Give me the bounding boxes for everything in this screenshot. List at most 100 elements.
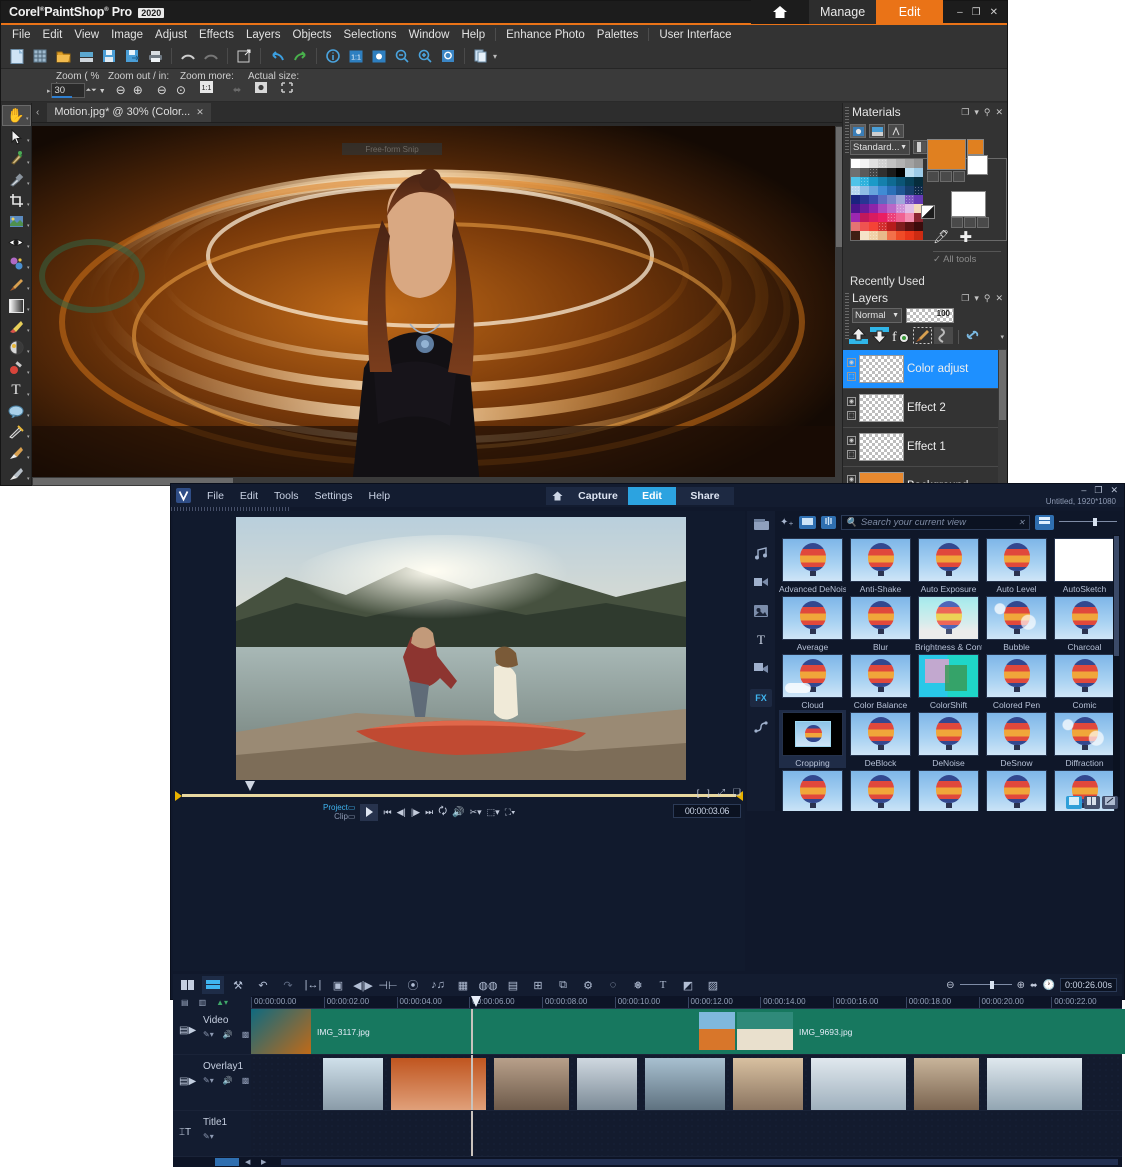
track-list-icon[interactable]: ▤: [181, 998, 189, 1007]
track-controls[interactable]: ✎▾🔊▩: [203, 1076, 251, 1085]
layer-row[interactable]: ◉⬚Effect 2: [843, 389, 1007, 428]
mark-in-button[interactable]: [: [697, 788, 700, 798]
color-swatch[interactable]: [860, 231, 869, 240]
thumbnail-size-slider[interactable]: [1059, 518, 1117, 526]
home-button[interactable]: ⏮: [383, 807, 391, 818]
color-swatch[interactable]: [905, 195, 914, 204]
browse-icon[interactable]: [75, 46, 97, 67]
paint-brush-flyout-icon[interactable]: ▾: [27, 286, 30, 292]
color-swatch[interactable]: [878, 177, 887, 186]
color-swatch[interactable]: [896, 168, 905, 177]
vs-tab-edit[interactable]: Edit: [628, 487, 676, 505]
layer-opacity-slider[interactable]: 100: [906, 308, 954, 323]
color-swatch[interactable]: [878, 213, 887, 222]
vs-menu-tools[interactable]: Tools: [266, 488, 307, 504]
crop-export-icon[interactable]: [233, 46, 255, 67]
menu-window[interactable]: Window: [403, 27, 456, 43]
color-swatch[interactable]: [878, 168, 887, 177]
color-swatch[interactable]: [905, 222, 914, 231]
layer-visibility-icon[interactable]: ◉: [847, 397, 856, 406]
color-swatch[interactable]: [914, 159, 923, 168]
audio-filter-icon[interactable]: [821, 516, 836, 529]
subtitle-editor-icon[interactable]: ▤: [502, 976, 524, 994]
pan-tool-flyout-icon[interactable]: ▾: [26, 116, 29, 122]
undo-arc-icon[interactable]: [177, 46, 199, 67]
fit-project-icon[interactable]: |↔|: [302, 976, 324, 994]
color-swatch[interactable]: [860, 213, 869, 222]
effect-item[interactable]: Charcoal: [1051, 594, 1118, 652]
swap-black-white-icon[interactable]: [921, 205, 935, 219]
color-swatch[interactable]: [860, 186, 869, 195]
frame-tab-icon[interactable]: [850, 124, 866, 138]
zoom-out-icon[interactable]: [391, 46, 413, 67]
layer-lock-icon[interactable]: ⬚: [847, 450, 856, 459]
play-button[interactable]: [360, 804, 378, 821]
makeover-tool[interactable]: ▾: [2, 253, 31, 274]
gradient-flyout-icon[interactable]: ▾: [27, 307, 30, 313]
path-icon[interactable]: [750, 718, 772, 736]
effect-item[interactable]: Colored Pen: [983, 652, 1050, 710]
color-swatch[interactable]: [869, 177, 878, 186]
color-swatch[interactable]: [860, 168, 869, 177]
redo-icon[interactable]: [289, 46, 311, 67]
picture-tube-flyout-icon[interactable]: ▾: [27, 413, 30, 419]
video-track-icon[interactable]: ▤▶: [179, 1025, 196, 1036]
vs-minimize-button[interactable]: –: [1081, 485, 1086, 496]
effect-item[interactable]: ColorShift: [915, 652, 982, 710]
text-flyout-icon[interactable]: ▾: [27, 392, 30, 398]
menu-adjust[interactable]: Adjust: [149, 27, 193, 43]
color-swatch[interactable]: [887, 168, 896, 177]
clone-flyout-icon[interactable]: ▾: [27, 434, 30, 440]
effect-item[interactable]: AutoSketch: [1051, 536, 1118, 594]
end-button[interactable]: ⏭: [425, 807, 433, 818]
video-mask-icon[interactable]: ▨: [702, 976, 724, 994]
psp-tab-edit[interactable]: Edit: [876, 0, 943, 24]
color-swatch[interactable]: [896, 159, 905, 168]
vs-menu-file[interactable]: File: [199, 488, 232, 504]
new-mask-layer-icon[interactable]: [870, 327, 889, 347]
color-swatch[interactable]: [860, 222, 869, 231]
link-icon[interactable]: [964, 328, 981, 346]
edit-library-icon[interactable]: [1102, 796, 1118, 809]
foreground-color-small[interactable]: [967, 139, 984, 155]
vs-preview-video[interactable]: [236, 517, 686, 780]
marker-icon[interactable]: ▲▾: [216, 998, 228, 1007]
track-mute-icon[interactable]: 🔊: [223, 1030, 233, 1039]
split-clip-icon[interactable]: ◀|▶: [352, 976, 374, 994]
redo-icon[interactable]: ↷: [277, 976, 299, 994]
layer-visibility-icon[interactable]: ◉: [847, 436, 856, 445]
volume-button[interactable]: 🔊: [452, 807, 464, 818]
flood-fill-flyout-icon[interactable]: ▾: [27, 370, 30, 376]
layer-lock-icon[interactable]: ⬚: [847, 411, 856, 420]
color-swatch[interactable]: [905, 168, 914, 177]
effect-item[interactable]: Color Balance: [847, 652, 914, 710]
effect-item[interactable]: Diffraction: [1051, 710, 1118, 768]
sound-mixer-icon[interactable]: ♪♫: [427, 976, 449, 994]
effect-item[interactable]: DeNoise: [915, 710, 982, 768]
undo-icon[interactable]: ↶: [252, 976, 274, 994]
bg-pattern-icon[interactable]: [977, 217, 989, 228]
effect-item[interactable]: [779, 768, 846, 811]
fit-timeline-icon[interactable]: ⬌: [1030, 980, 1038, 991]
color-swatch[interactable]: [896, 177, 905, 186]
track-mute-icon[interactable]: 🔊: [223, 1076, 233, 1085]
effect-item[interactable]: Blur: [847, 594, 914, 652]
clock-icon[interactable]: 🕐: [1043, 980, 1055, 991]
clone-tool[interactable]: ▾: [2, 422, 31, 443]
color-swatch[interactable]: [869, 231, 878, 240]
color-swatch[interactable]: [887, 186, 896, 195]
overlay-clip[interactable]: [323, 1058, 383, 1110]
color-changer-flyout-icon[interactable]: ▾: [27, 349, 30, 355]
new-vector-layer-icon[interactable]: [934, 327, 953, 347]
tab-scroll-left-icon[interactable]: ‹: [32, 107, 43, 118]
layers-pin-icon[interactable]: ⚲: [984, 293, 991, 304]
layers-grip[interactable]: [845, 293, 849, 339]
timeline-zoom-slider[interactable]: [960, 981, 1012, 989]
softness-flyout-icon[interactable]: ▾: [27, 476, 30, 482]
menu-image[interactable]: Image: [105, 27, 149, 43]
color-swatch[interactable]: [878, 204, 887, 213]
color-swatch[interactable]: [887, 222, 896, 231]
track-edit-icon[interactable]: ✎▾: [203, 1030, 214, 1039]
menu-edit[interactable]: Edit: [37, 27, 69, 43]
color-swatch[interactable]: [887, 213, 896, 222]
